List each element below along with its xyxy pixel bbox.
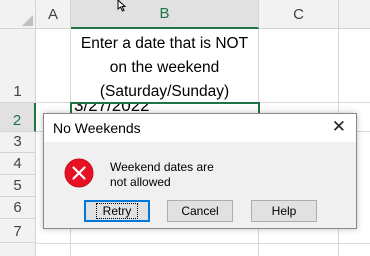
- column-header-d[interactable]: [339, 0, 370, 29]
- cancel-button-label: Cancel: [181, 204, 219, 218]
- row-header-2[interactable]: 2: [0, 103, 36, 132]
- row-header-7[interactable]: 7: [0, 219, 36, 243]
- cell-b1-line-1: Enter a date that is NOT: [80, 35, 249, 52]
- row-header-8[interactable]: [0, 243, 36, 256]
- error-dialog: No Weekends ✕ Weekend dates are not allo…: [43, 113, 357, 229]
- cell-d1[interactable]: [339, 29, 370, 103]
- dialog-message: Weekend dates are not allowed: [110, 160, 240, 190]
- column-header-c[interactable]: C: [259, 0, 339, 29]
- row-header-3[interactable]: 3: [0, 132, 36, 153]
- row-header-6[interactable]: 6: [0, 197, 36, 219]
- row-header-1[interactable]: 1: [0, 29, 36, 103]
- select-all-corner[interactable]: [0, 0, 36, 29]
- help-button-label: Help: [271, 204, 297, 218]
- retry-button-label: Retry: [95, 203, 139, 219]
- dialog-message-line-1: Weekend dates are: [110, 160, 214, 174]
- error-icon: [64, 158, 94, 188]
- row-header-4[interactable]: 4: [0, 153, 36, 175]
- retry-button[interactable]: Retry: [84, 200, 150, 222]
- dialog-titlebar[interactable]: No Weekends ✕: [44, 114, 356, 142]
- help-button[interactable]: Help: [251, 200, 317, 222]
- mouse-cursor-icon: [117, 0, 127, 12]
- cell-b1[interactable]: Enter a date that is NOT on the weekend …: [71, 29, 259, 103]
- cell-c1[interactable]: [259, 29, 339, 103]
- column-header-b[interactable]: B: [71, 0, 259, 29]
- row-header-5[interactable]: 5: [0, 175, 36, 197]
- dialog-message-line-2: not allowed: [110, 175, 171, 189]
- close-icon[interactable]: ✕: [332, 117, 346, 137]
- cancel-button[interactable]: Cancel: [167, 200, 233, 222]
- cell-a1[interactable]: [36, 29, 71, 103]
- row-7-gridline: [36, 243, 370, 244]
- column-header-a[interactable]: A: [36, 0, 71, 29]
- dialog-title: No Weekends: [53, 120, 141, 136]
- select-all-triangle-icon: [22, 15, 33, 26]
- cell-b1-line-3: (Saturday/Sunday): [99, 83, 230, 100]
- cell-b1-line-2: on the weekend: [109, 59, 220, 76]
